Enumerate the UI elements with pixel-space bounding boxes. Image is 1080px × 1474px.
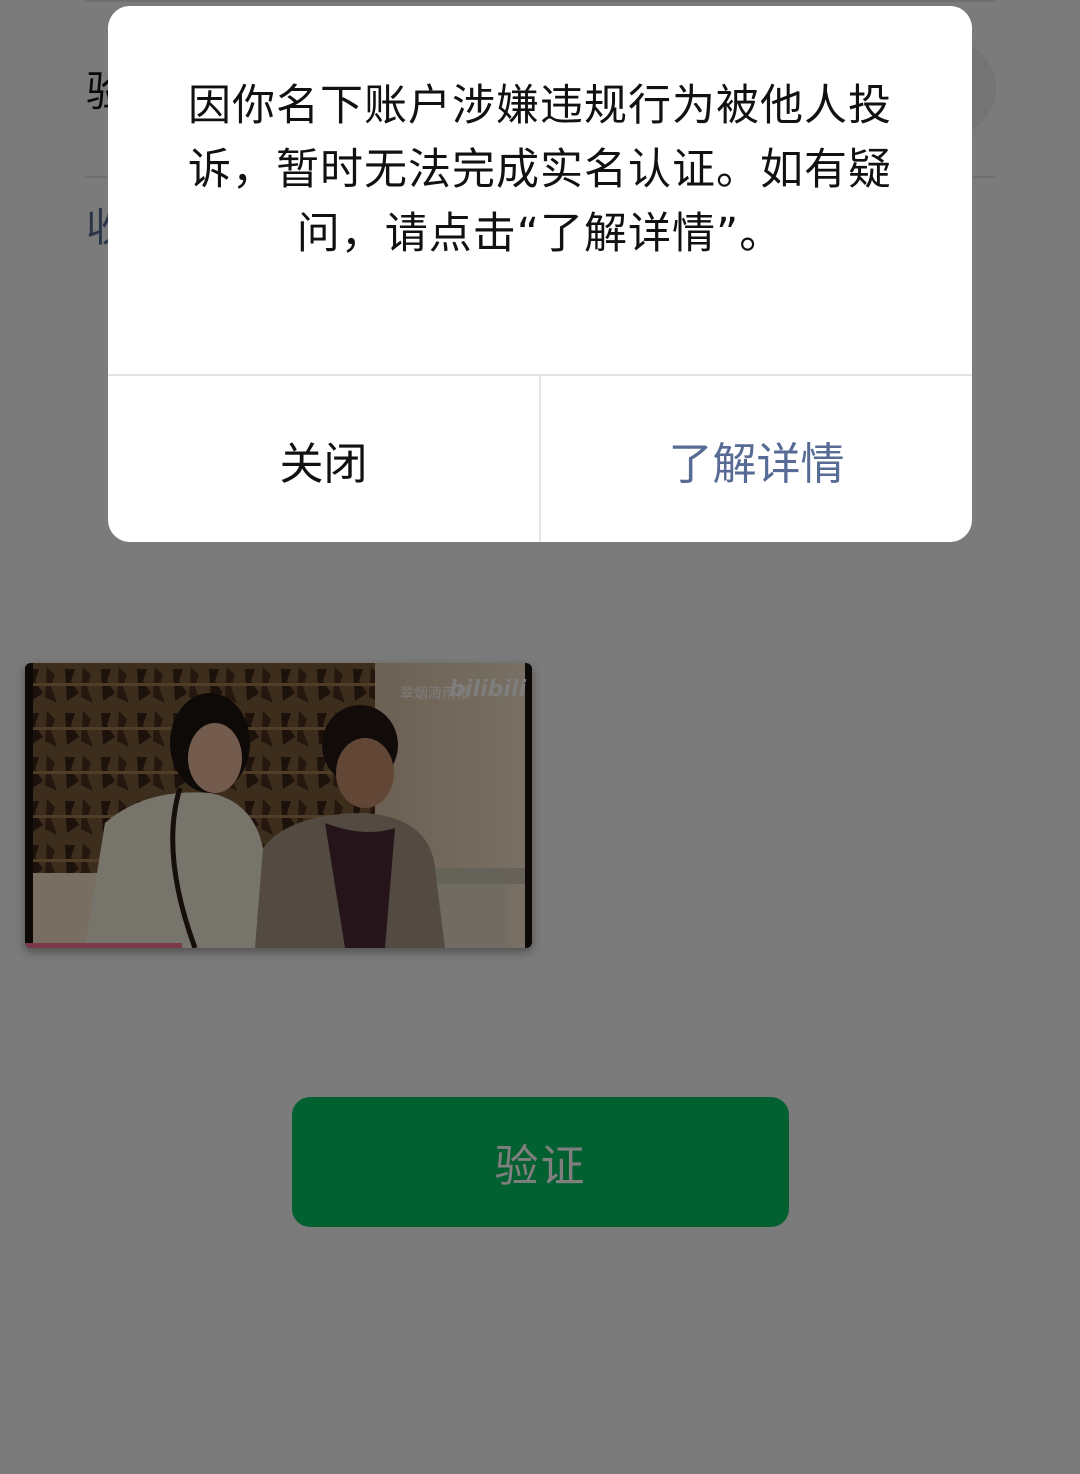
close-button[interactable]: 关闭	[108, 376, 541, 542]
alert-dialog: 因你名下账户涉嫌违规行为被他人投诉，暂时无法完成实名认证。如有疑问，请点击“了解…	[108, 6, 972, 542]
dialog-message: 因你名下账户涉嫌违规行为被他人投诉，暂时无法完成实名认证。如有疑问，请点击“了解…	[188, 81, 892, 259]
dialog-footer: 关闭 了解详情	[108, 374, 972, 542]
dialog-body: 因你名下账户涉嫌违规行为被他人投诉，暂时无法完成实名认证。如有疑问，请点击“了解…	[108, 6, 972, 374]
learn-more-button[interactable]: 了解详情	[541, 376, 972, 542]
